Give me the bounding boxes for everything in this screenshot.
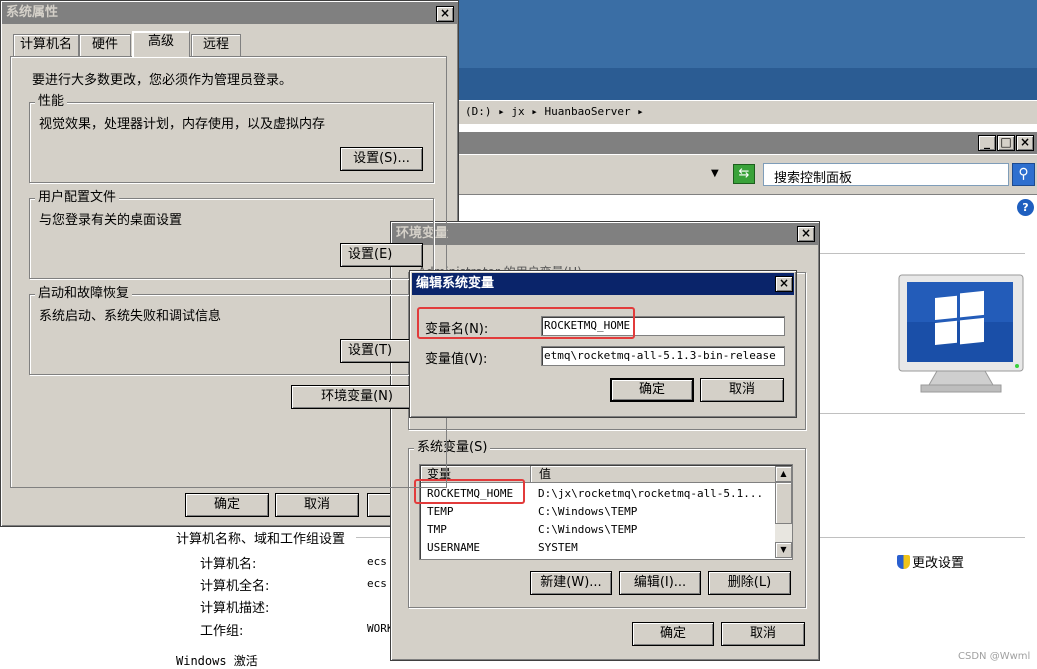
edit-system-variable-dialog: 编辑系统变量 × 变量名(N): ROCKETMQ_HOME 变量值(V): e… — [409, 270, 797, 418]
full-name-value: ecs — [367, 577, 387, 590]
edit-variable-titlebar: 编辑系统变量 — [412, 273, 794, 295]
system-properties-titlebar: 系统属性 — [2, 2, 457, 24]
separator-line — [820, 413, 1025, 414]
workgroup-label: 工作组: — [200, 624, 244, 639]
row-3-name[interactable]: USERNAME — [427, 541, 480, 554]
shield-icon — [897, 555, 910, 569]
change-settings-label: 更改设置 — [912, 556, 965, 571]
row-2-value[interactable]: C:\Windows\TEMP — [538, 523, 637, 536]
computer-name-label: 计算机名: — [200, 557, 257, 572]
list-scrollbar[interactable]: ▲ ▼ — [775, 466, 792, 558]
dialog-title: 编辑系统变量 — [416, 276, 495, 291]
ok-button[interactable]: 确定 — [185, 493, 269, 517]
row-2-name[interactable]: TMP — [427, 523, 447, 536]
dialog-title: 系统属性 — [6, 5, 59, 20]
performance-settings-button[interactable]: 设置(S)... — [340, 147, 423, 171]
delete-variable-button[interactable]: 删除(L) — [708, 571, 791, 595]
scroll-down-button[interactable]: ▼ — [775, 542, 792, 558]
search-input[interactable]: 搜索控制面板 — [763, 163, 1009, 186]
column-header-value[interactable]: 值 — [531, 466, 775, 483]
row-1-value[interactable]: C:\Windows\TEMP — [538, 505, 637, 518]
user-profiles-title: 用户配置文件 — [35, 191, 120, 205]
variable-value-field[interactable]: etmq\rocketmq-all-5.1.3-bin-release — [541, 346, 785, 366]
system-properties-dialog: 系统属性 × 计算机名 硬件 高级 远程 要进行大多数更改，您必须作为管理员登录… — [0, 0, 459, 527]
cancel-button[interactable]: 取消 — [721, 622, 805, 646]
refresh-icon[interactable]: ⇆ — [733, 164, 755, 184]
desktop-band — [440, 68, 1037, 100]
watermark: CSDN @Wwml — [958, 651, 1031, 662]
tab-hardware[interactable]: 硬件 — [79, 34, 131, 56]
minimize-button[interactable]: _ — [978, 135, 996, 151]
performance-desc: 视觉效果，处理器计划，内存使用，以及虚拟内存 — [39, 117, 326, 132]
ok-button[interactable]: 确定 — [632, 622, 714, 646]
startup-title: 启动和故障恢复 — [35, 287, 133, 301]
maximize-button[interactable]: □ — [997, 135, 1015, 151]
address-bar[interactable]: (D:) ▸ jx ▸ HuanbaoServer ▸ — [455, 100, 1037, 124]
search-icon[interactable]: ⚲ — [1012, 163, 1035, 186]
address-path: (D:) ▸ jx ▸ HuanbaoServer ▸ — [465, 105, 644, 118]
full-name-label: 计算机全名: — [200, 579, 270, 594]
cancel-button[interactable]: 取消 — [275, 493, 359, 517]
highlight-variable-name — [417, 307, 635, 339]
scroll-thumb[interactable] — [775, 482, 792, 524]
close-button[interactable]: × — [797, 226, 815, 242]
dropdown-arrow-icon[interactable]: ▼ — [711, 168, 719, 179]
variable-value-label: 变量值(V): — [425, 352, 488, 367]
admin-note: 要进行大多数更改，您必须作为管理员登录。 — [32, 73, 293, 88]
ok-button[interactable]: 确定 — [610, 378, 694, 402]
activation-title: Windows 激活 — [176, 652, 262, 669]
tab-advanced[interactable]: 高级 — [132, 31, 190, 57]
scroll-up-button[interactable]: ▲ — [775, 466, 792, 482]
search-placeholder: 搜索控制面板 — [774, 171, 853, 186]
computer-name-value: ecs — [367, 555, 387, 568]
tab-computer-name[interactable]: 计算机名 — [13, 34, 79, 56]
tab-remote[interactable]: 远程 — [191, 34, 241, 56]
computer-section-title: 计算机名称、域和工作组设置 — [176, 528, 350, 547]
close-button[interactable]: × — [1016, 135, 1034, 151]
control-panel-titlebar — [455, 132, 1037, 154]
close-button[interactable]: × — [436, 6, 454, 22]
help-icon[interactable]: ? — [1017, 199, 1034, 216]
environment-variables-button[interactable]: 环境变量(N) — [291, 385, 423, 409]
performance-title: 性能 — [35, 95, 68, 109]
separator-line — [820, 253, 1025, 254]
cancel-button[interactable]: 取消 — [700, 378, 784, 402]
new-variable-button[interactable]: 新建(W)... — [530, 571, 612, 595]
edit-variable-button[interactable]: 编辑(I)... — [619, 571, 701, 595]
description-label: 计算机描述: — [200, 601, 270, 616]
windows-monitor-icon — [897, 273, 1027, 395]
row-3-value[interactable]: SYSTEM — [538, 541, 578, 554]
user-profiles-settings-button[interactable]: 设置(E) — [340, 243, 423, 267]
row-1-name[interactable]: TEMP — [427, 505, 454, 518]
row-0-value[interactable]: D:\jx\rocketmq\rocketmq-all-5.1... — [538, 487, 763, 500]
user-profiles-desc: 与您登录有关的桌面设置 — [39, 213, 183, 228]
startup-desc: 系统启动、系统失败和调试信息 — [39, 309, 222, 324]
close-button[interactable]: × — [775, 276, 793, 292]
change-settings-link[interactable]: 更改设置 — [897, 552, 964, 571]
environment-variables-titlebar: 环境变量 — [392, 223, 818, 245]
